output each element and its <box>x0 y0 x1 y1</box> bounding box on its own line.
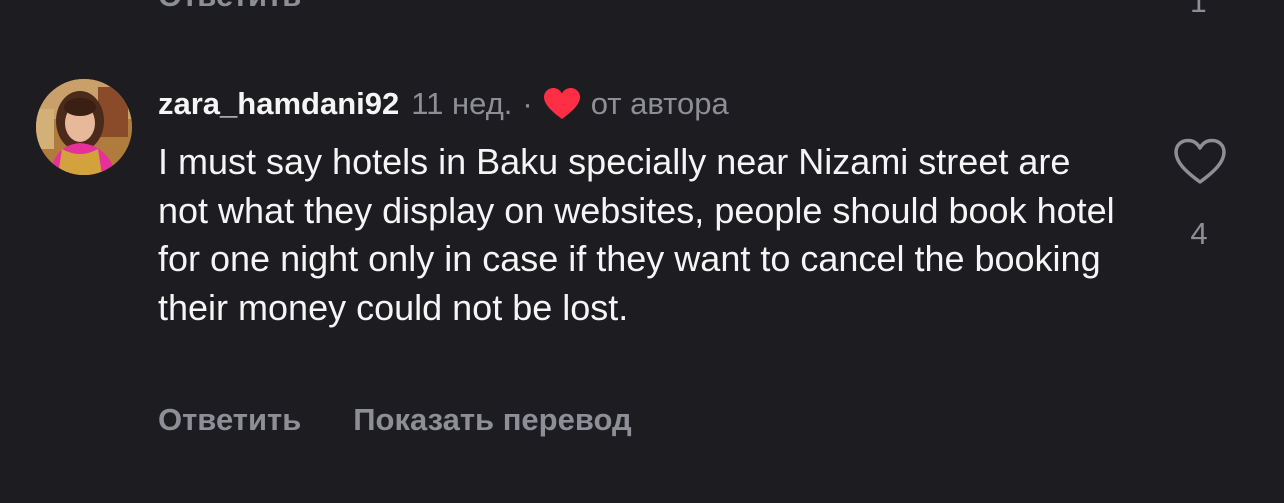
heart-outline-icon <box>1174 138 1226 184</box>
username[interactable]: zara_hamdani92 <box>158 84 399 124</box>
comment-actions: Ответить Показать перевод <box>158 402 632 438</box>
comment-text: I must say hotels in Baku specially near… <box>158 141 1115 328</box>
separator-dot: · <box>522 86 533 121</box>
timestamp: 11 нед. <box>411 86 513 121</box>
avatar-image <box>36 79 132 175</box>
comment: zara_hamdani92 11 нед. · от автора I mus… <box>0 0 1284 503</box>
like-count: 4 <box>1190 216 1208 251</box>
comment-meta: zara_hamdani92 11 нед. · от автора <box>158 84 729 124</box>
reply-button[interactable]: Ответить <box>158 402 301 438</box>
show-translation-button[interactable]: Показать перевод <box>353 402 631 438</box>
avatar[interactable] <box>36 79 132 175</box>
author-like-label: от автора <box>590 86 729 121</box>
comments-screen: Ответить 1 zara_hamdani92 11 нед. · <box>0 0 1284 503</box>
like-button[interactable] <box>1172 137 1228 187</box>
heart-filled-icon <box>543 87 581 121</box>
